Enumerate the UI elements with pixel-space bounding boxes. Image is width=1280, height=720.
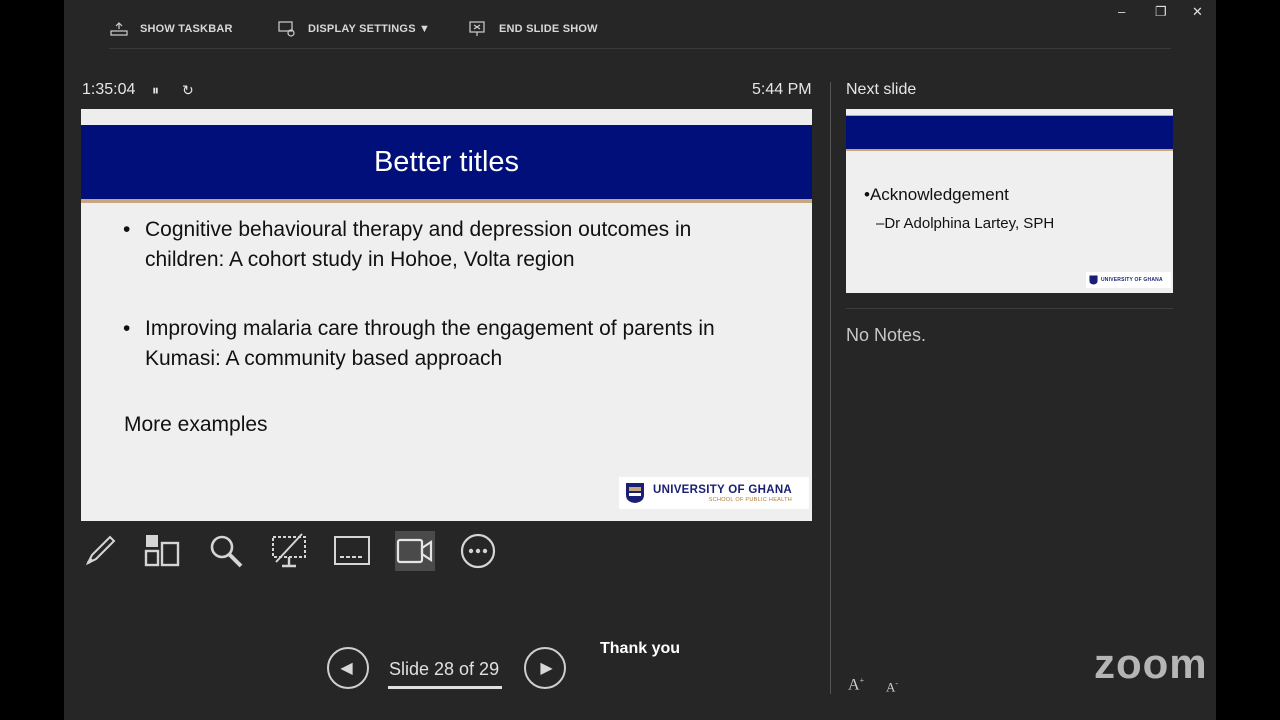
chat-overlay-text: Thank you — [600, 640, 681, 657]
laser-pointer-button[interactable] — [269, 531, 309, 571]
display-settings-label: DISPLAY SETTINGS ▼ — [308, 23, 431, 35]
logo-subtitle: SCHOOL OF PUBLIC HEALTH — [708, 496, 793, 503]
current-slide[interactable]: Better titles • Cognitive behavioural th… — [81, 109, 812, 521]
next-slide-subbullet: –Dr Adolphina Lartey, SPH — [876, 215, 1055, 232]
pen-tool-button[interactable] — [80, 531, 120, 571]
zoom-watermark: zoom — [1094, 640, 1208, 687]
grid-icon — [144, 535, 180, 567]
bullet-line: Improving malaria care through the engag… — [145, 317, 715, 340]
slide-indicator-underline — [388, 686, 502, 689]
display-settings-icon — [278, 21, 295, 37]
toolbar-divider — [109, 48, 1171, 49]
bullet-dot: • — [123, 317, 131, 340]
display-settings-button[interactable]: DISPLAY SETTINGS ▼ — [278, 18, 430, 40]
pane-divider[interactable] — [830, 82, 831, 694]
next-slide-bullet: •Acknowledgement — [864, 185, 1009, 204]
presenter-view: SHOW TASKBAR DISPLAY SETTINGS ▼ END SLID… — [64, 0, 1216, 720]
show-taskbar-label: SHOW TASKBAR — [140, 23, 233, 35]
minimize-icon[interactable]: – — [1118, 4, 1125, 19]
decrease-font-button[interactable]: A- — [886, 679, 898, 695]
taskbar-icon — [110, 22, 128, 36]
slide-title-band: Better titles — [81, 125, 812, 203]
zoom-slide-button[interactable] — [206, 531, 246, 571]
next-slide-button[interactable]: ▶ — [524, 647, 566, 689]
bullet-line: Cognitive behavioural therapy and depres… — [145, 218, 692, 241]
crest-icon — [1089, 275, 1098, 285]
pause-timer-icon[interactable]: ⏸ — [152, 82, 159, 99]
logo-name: UNIVERSITY OF GHANA — [653, 483, 793, 496]
next-arrow-icon: ▶ — [540, 660, 553, 677]
font-increase-icon: A — [848, 676, 860, 694]
previous-arrow-icon: ◀ — [340, 660, 353, 677]
restore-icon[interactable]: ❐ — [1155, 4, 1167, 20]
font-decrease-icon: A — [886, 679, 896, 695]
bullet-dot: • — [123, 218, 131, 241]
bullet-line: children: A cohort study in Hohoe, Volta… — [145, 248, 575, 271]
subtitles-button[interactable] — [332, 531, 372, 571]
more-options-button[interactable] — [458, 531, 498, 571]
crest-icon — [626, 483, 644, 503]
more-icon — [460, 533, 496, 569]
subtitles-icon — [334, 536, 370, 565]
camera-icon — [396, 538, 433, 564]
bullet-line: Kumasi: A community based approach — [145, 347, 503, 370]
notes-divider — [846, 308, 1173, 309]
camera-toggle-button[interactable] — [395, 531, 435, 571]
close-icon[interactable]: ✕ — [1192, 4, 1203, 20]
see-all-slides-button[interactable] — [142, 531, 182, 571]
slide-indicator[interactable]: Slide 28 of 29 — [389, 659, 499, 680]
end-slide-show-button[interactable]: END SLIDE SHOW — [469, 18, 598, 40]
next-slide-preview[interactable]: •Acknowledgement –Dr Adolphina Lartey, S… — [846, 109, 1173, 293]
slide-bullet: • Cognitive behavioural therapy and depr… — [123, 215, 692, 275]
slide-title: Better titles — [373, 145, 520, 178]
end-show-icon — [469, 21, 485, 36]
reset-timer-icon[interactable]: ↻ — [182, 82, 194, 99]
university-logo: UNIVERSITY OF GHANA SCHOOL OF PUBLIC HEA… — [619, 477, 809, 509]
pen-icon — [85, 535, 116, 566]
show-taskbar-button[interactable]: SHOW TASKBAR — [110, 18, 233, 40]
zoom-icon — [210, 535, 243, 568]
previous-slide-button[interactable]: ◀ — [327, 647, 369, 689]
next-slide-logo-name: UNIVERSITY OF GHANA — [1101, 277, 1163, 283]
next-slide-title-band — [846, 115, 1173, 151]
next-slide-logo: UNIVERSITY OF GHANA — [1086, 272, 1171, 288]
elapsed-timer: 1:35:04 — [82, 81, 136, 98]
end-slide-show-label: END SLIDE SHOW — [499, 23, 598, 35]
increase-font-button[interactable]: A+ — [848, 676, 864, 694]
current-time: 5:44 PM — [752, 81, 812, 98]
slide-bullet: • Improving malaria care through the eng… — [123, 314, 715, 374]
speaker-notes: No Notes. — [846, 325, 927, 345]
more-examples-text: More examples — [124, 413, 268, 436]
laser-icon — [272, 533, 306, 568]
next-slide-label: Next slide — [846, 81, 917, 98]
